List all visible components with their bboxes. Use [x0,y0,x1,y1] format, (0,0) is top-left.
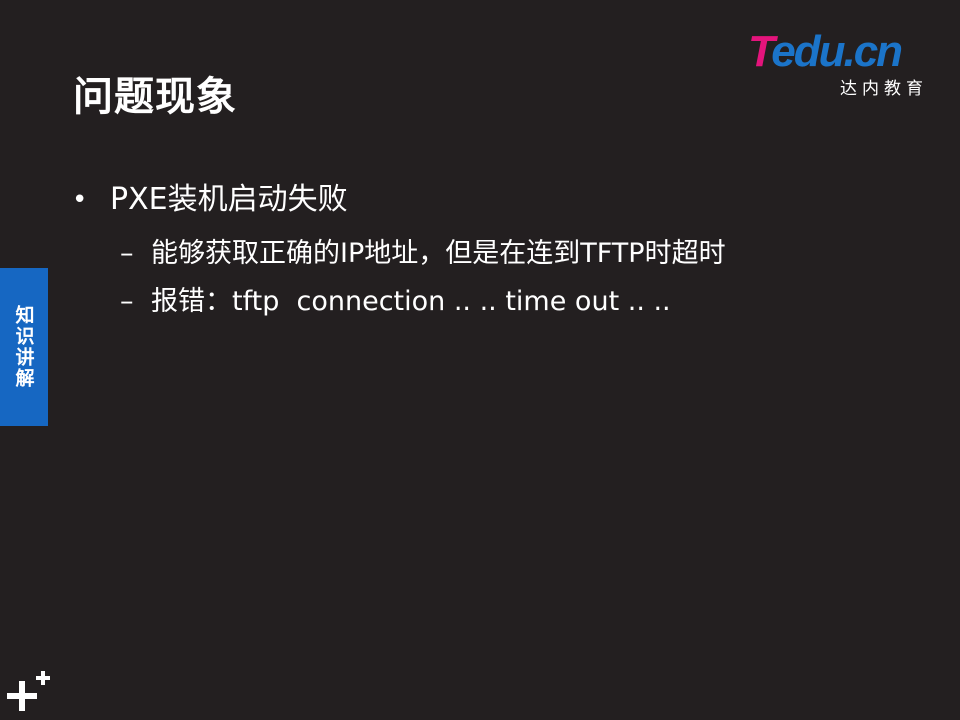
sub-bullet-item: – 能够获取正确的IP地址，但是在连到TFTP时超时 [72,230,932,278]
logo-wordmark: Tedu.cn [748,28,928,76]
dash-icon: – [120,286,134,317]
slide: 问题现象 Tedu.cn 达内教育 知识讲解 • PXE装机启动失败 – 能够获… [0,0,960,720]
tedu-logo: Tedu.cn 达内教育 [748,28,928,100]
sub-bullet-item: – 报错：tftp connection .. .. time out .. .… [72,278,932,326]
side-tab-label: 知识讲解 [12,305,35,389]
bullet-text: PXE装机启动失败 [110,182,348,217]
logo-word-rest: edu.cn [771,27,903,76]
sub-bullet-list: – 能够获取正确的IP地址，但是在连到TFTP时超时 – 报错：tftp con… [72,230,932,326]
logo-letter-t: T [748,27,773,76]
dash-icon: – [120,238,134,269]
slide-title: 问题现象 [73,74,237,120]
bullet-dot-icon: • [72,185,88,215]
slide-content: • PXE装机启动失败 – 能够获取正确的IP地址，但是在连到TFTP时超时 –… [72,178,932,326]
side-tab: 知识讲解 [0,268,48,426]
sub-bullet-text: 能够获取正确的IP地址，但是在连到TFTP时超时 [151,238,726,269]
plus-plus-icon [7,671,50,711]
sub-bullet-text: 报错：tftp connection .. .. time out .. .. [151,286,671,317]
logo-subtitle: 达内教育 [840,79,928,99]
bullet-item: • PXE装机启动失败 [72,178,932,222]
